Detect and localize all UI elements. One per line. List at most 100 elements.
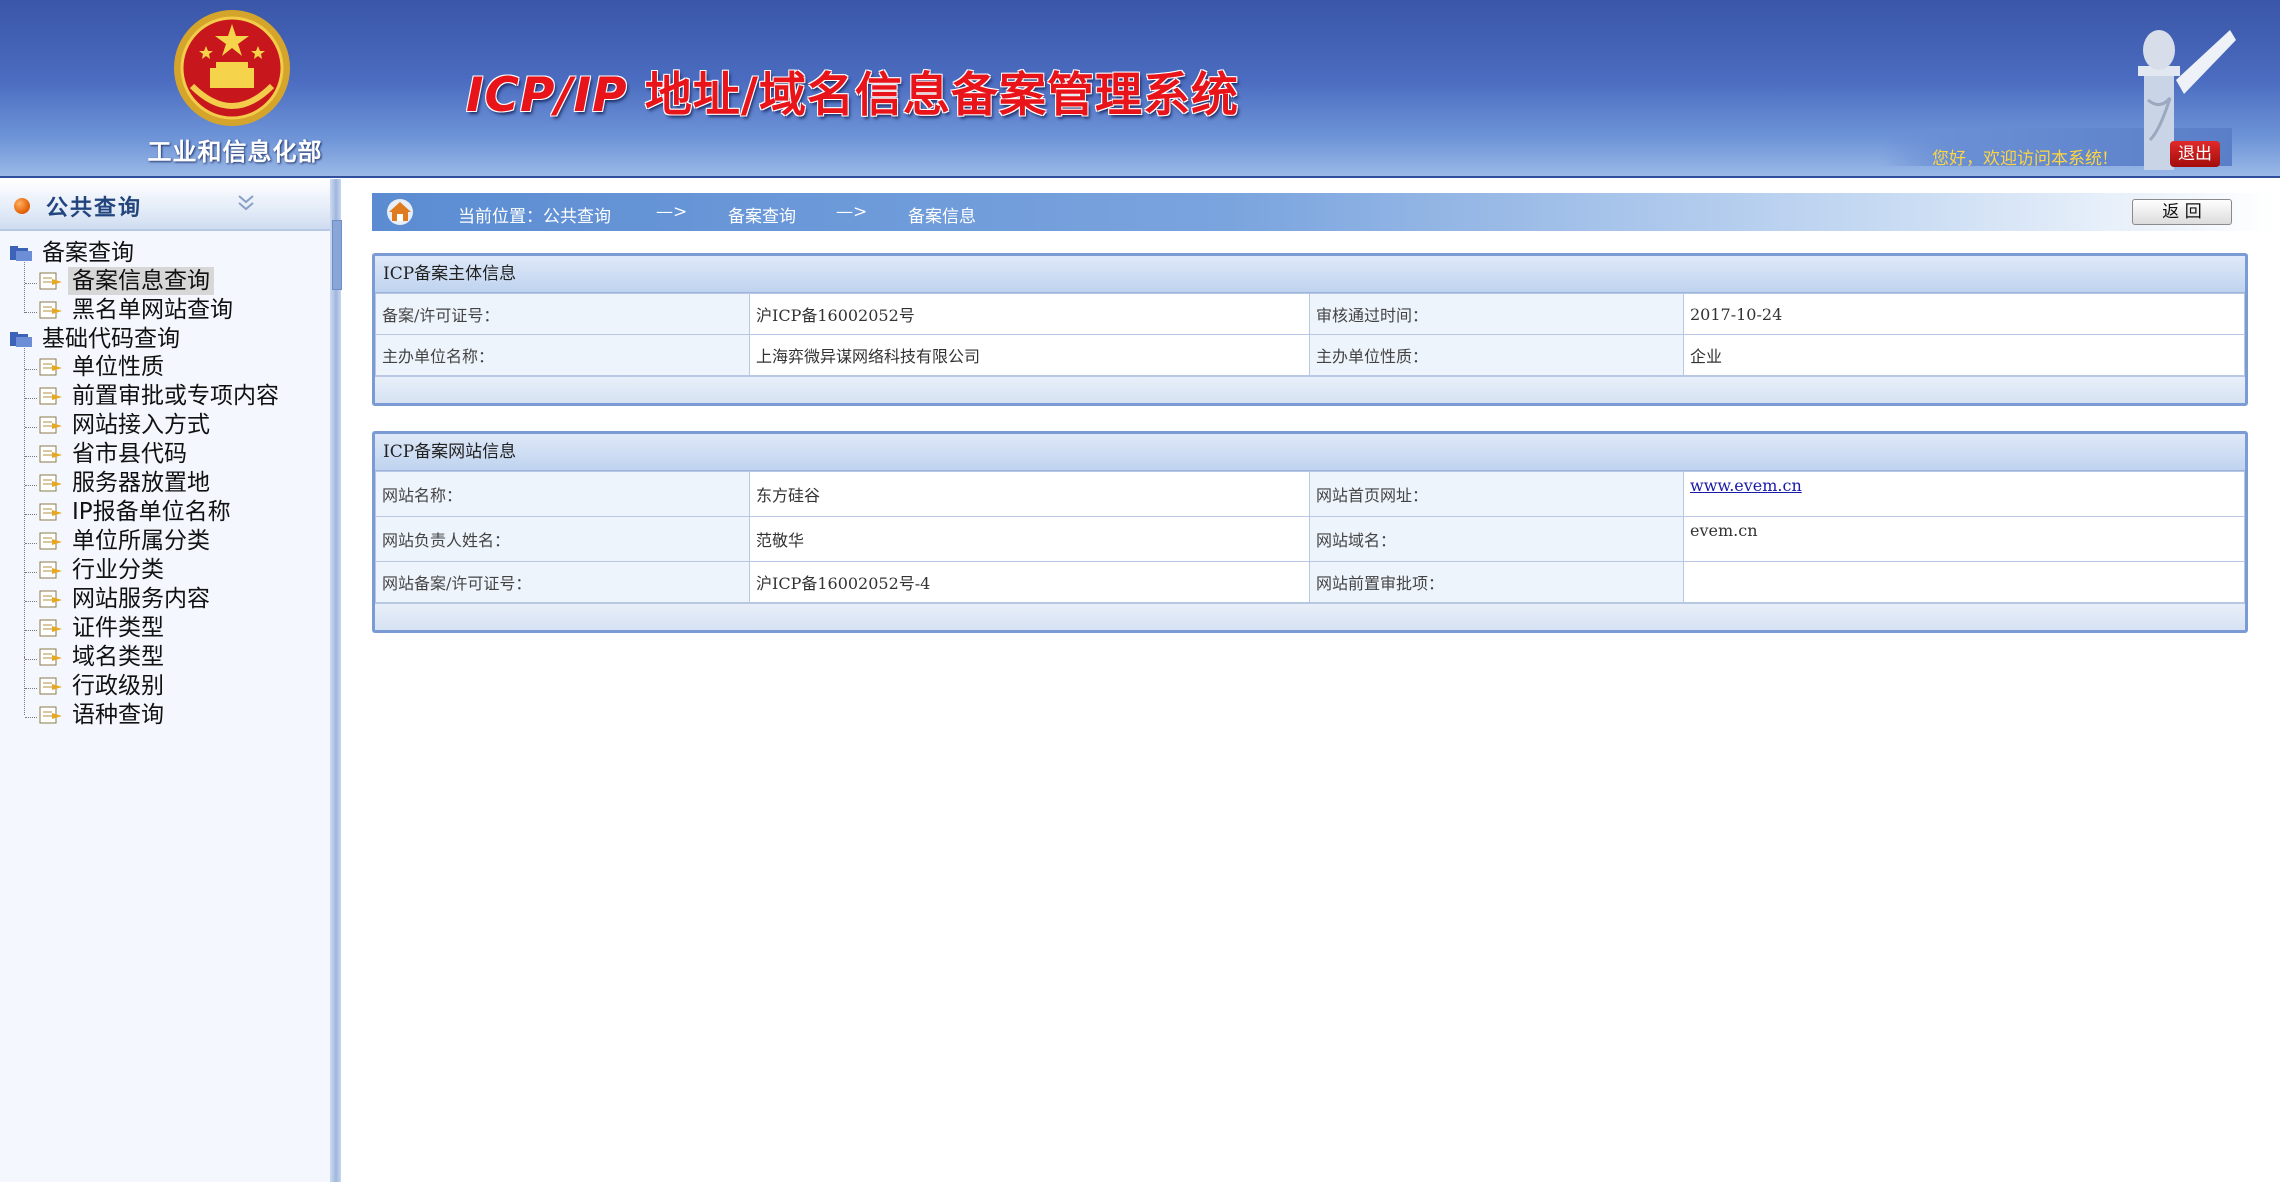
panel-footer [375,603,2245,630]
header-divider [0,176,2280,178]
leaf-page-icon [39,561,62,579]
tree-item-id-type[interactable]: 证件类型 [38,614,168,642]
tree-group-label: 基础代码查询 [42,326,180,352]
homepage-url-link[interactable]: www.evem.cn [1690,476,1802,495]
folder-icon [10,246,32,261]
breadcrumb: 当前位置：公共查询 —> 备案查询 —> 备案信息 [372,193,2276,231]
system-title: ICP/IP 地址/域名信息备案管理系统 [466,56,1239,125]
table-row: 网站名称： 东方硅谷 网站首页网址： www.evem.cn [375,471,2245,517]
tree-item-admin-level[interactable]: 行政级别 [38,672,168,700]
field-label: 网站负责人姓名： [375,516,750,562]
system-title-rest: 地址/域名信息备案管理系统 [627,68,1240,123]
tree-item-label: 服务器放置地 [72,470,210,496]
leaf-page-icon [39,358,62,376]
panel-title: ICP备案主体信息 [375,256,2245,293]
breadcrumb-separator: —> [656,202,688,222]
back-button[interactable]: 返 回 [2132,199,2232,225]
sidebar-title: 公共查询 [46,196,143,221]
sidebar-splitter[interactable] [331,179,341,1182]
field-label: 网站前置审批项： [1309,561,1684,603]
tree-item-region-codes[interactable]: 省市县代码 [38,440,191,468]
main-content: 当前位置：公共查询 —> 备案查询 —> 备案信息 返 回 ICP备案主体信息 … [342,179,2280,1182]
tree-item-label: 黑名单网站查询 [72,297,233,323]
field-value: 沪ICP备16002052号 [749,293,1310,335]
tree-item-domain-type[interactable]: 域名类型 [38,643,168,671]
field-label: 网站名称： [375,471,750,517]
field-label: 审核通过时间： [1309,293,1684,335]
table-row: 备案/许可证号： 沪ICP备16002052号 审核通过时间： 2017-10-… [375,293,2245,335]
breadcrumb-level2[interactable]: 备案查询 [728,202,796,227]
tree-item-label: 省市县代码 [72,441,187,467]
tree-item-label: 语种查询 [72,702,164,728]
leaf-page-icon [39,532,62,550]
tree-tick [25,717,37,718]
tree-item-label: 域名类型 [72,644,164,670]
tree-tick [25,543,37,544]
table-row: 网站备案/许可证号： 沪ICP备16002052号-4 网站前置审批项： [375,561,2245,603]
tree-guide-line [24,341,25,657]
splitter-grip[interactable] [332,220,342,290]
breadcrumb-separator: —> [836,202,868,222]
tree-item-unit-category[interactable]: 单位所属分类 [38,527,214,555]
field-value: 2017-10-24 [1683,293,2245,335]
tree-tick [25,659,37,660]
leaf-page-icon [39,706,62,724]
home-icon[interactable] [384,197,416,227]
field-value: www.evem.cn [1683,471,2245,517]
tree-group-basic-codes[interactable]: 基础代码查询 [8,325,184,353]
folder-icon [10,332,32,347]
breadcrumb-current: 当前位置：公共查询 [458,207,611,227]
panel-footer [375,376,2245,403]
tree-item-label: IP报备单位名称 [72,499,231,525]
field-value: 范敬华 [749,516,1310,562]
field-value: 沪ICP备16002052号-4 [749,561,1310,603]
tree-item-label: 网站接入方式 [72,412,210,438]
tree-item-label: 前置审批或专项内容 [72,383,279,409]
tree-item-industry[interactable]: 行业分类 [38,556,168,584]
leaf-page-icon [39,474,62,492]
leaf-page-icon [39,272,62,290]
header-banner: 工业和信息化部 ICP/IP 地址/域名信息备案管理系统 您好，欢迎访问本系统!… [0,0,2280,178]
sidebar-header[interactable]: 公共查询 [0,179,330,231]
leaf-page-icon [39,503,62,521]
field-label: 网站备案/许可证号： [375,561,750,603]
subject-info-table: 备案/许可证号： 沪ICP备16002052号 审核通过时间： 2017-10-… [375,293,2245,376]
tree-tick [25,456,37,457]
welcome-text: 您好，欢迎访问本系统! [1932,149,2109,169]
tree-item-access-method[interactable]: 网站接入方式 [38,411,214,439]
tree-item-beian-info-query[interactable]: 备案信息查询 [38,267,214,295]
tree-item-language-query[interactable]: 语种查询 [38,701,168,729]
tree-item-unit-nature[interactable]: 单位性质 [38,353,168,381]
collapse-chevron-icon[interactable] [236,193,256,213]
tree-item-ip-reporting-unit[interactable]: IP报备单位名称 [38,498,235,526]
tree-item-blacklist-query[interactable]: 黑名单网站查询 [38,296,237,324]
tree-item-label: 单位所属分类 [72,528,210,554]
field-label: 备案/许可证号： [375,293,750,335]
tree-tick [25,427,37,428]
site-info-table: 网站名称： 东方硅谷 网站首页网址： www.evem.cn 网站负责人姓名： … [375,471,2245,603]
field-label: 主办单位名称： [375,334,750,376]
tree-group-beian[interactable]: 备案查询 [8,239,138,267]
tree-item-label: 行政级别 [72,673,164,699]
tree-item-service-content[interactable]: 网站服务内容 [38,585,214,613]
tree-item-server-location[interactable]: 服务器放置地 [38,469,214,497]
tree-tick [25,514,37,515]
subject-info-panel: ICP备案主体信息 备案/许可证号： 沪ICP备16002052号 审核通过时间… [372,253,2248,406]
field-label: 网站域名： [1309,516,1684,562]
panel-title: ICP备案网站信息 [375,434,2245,471]
tree-item-label: 单位性质 [72,354,164,380]
tree-tick [25,312,37,313]
field-value: evem.cn [1683,516,2245,562]
leaf-page-icon [39,619,62,637]
field-label: 网站首页网址： [1309,471,1684,517]
tree-item-label: 网站服务内容 [72,586,210,612]
tree-tick [25,398,37,399]
tree-item-pre-approval[interactable]: 前置审批或专项内容 [38,382,283,410]
tree-tick [25,485,37,486]
leaf-page-icon [39,445,62,463]
ministry-name: 工业和信息化部 [147,138,323,166]
logout-button[interactable]: 退出 [2170,141,2220,167]
system-title-prefix: ICP/IP [466,68,628,123]
leaf-page-icon [39,590,62,608]
leaf-page-icon [39,416,62,434]
